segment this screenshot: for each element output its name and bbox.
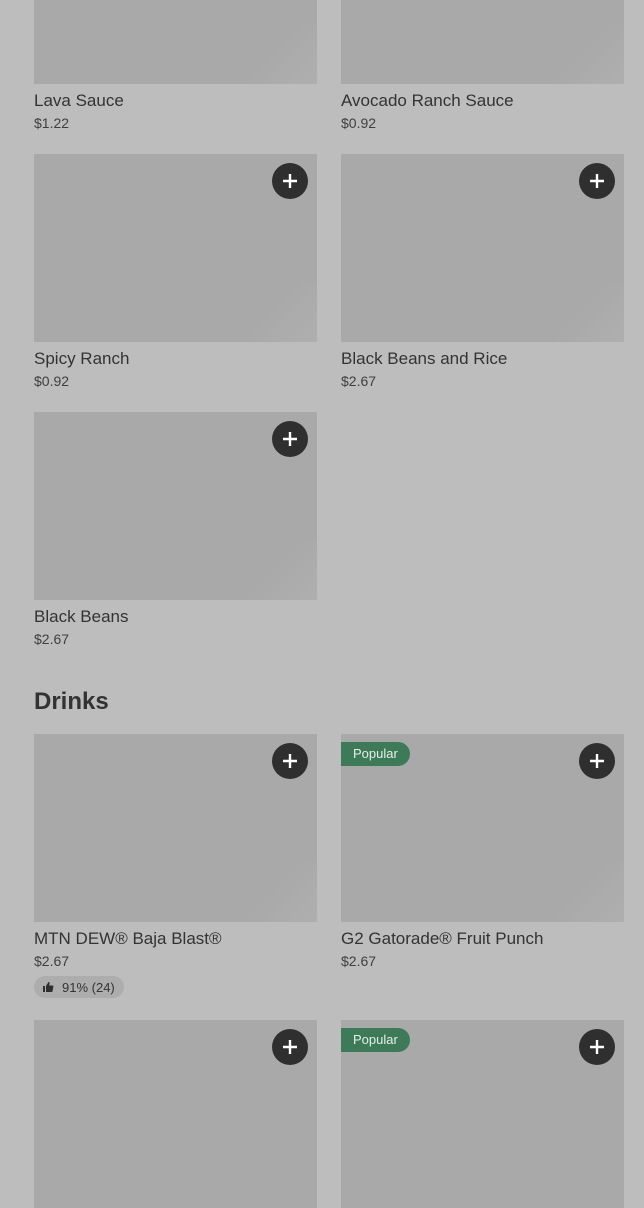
add-to-cart-button[interactable] [272, 163, 308, 199]
menu-item-name: Black Beans [34, 607, 129, 626]
rating-badge: 91% (24) [34, 976, 124, 998]
menu-item-price: $0.92 [341, 115, 377, 131]
plus-icon [283, 754, 297, 768]
menu-item-card[interactable]: Avocado Ranch Sauce $0.92 [341, 0, 624, 133]
menu-item-image[interactable] [34, 734, 317, 922]
plus-icon [283, 432, 297, 446]
thumbs-up-icon [42, 981, 54, 993]
menu-item-image[interactable] [34, 1020, 317, 1208]
plus-icon [590, 1040, 604, 1054]
menu-item-price: $2.67 [341, 373, 377, 389]
menu-item-image[interactable]: Popular [341, 734, 624, 922]
add-to-cart-button[interactable] [579, 1029, 615, 1065]
menu-item-price: $2.67 [34, 631, 70, 647]
add-to-cart-button[interactable] [272, 1029, 308, 1065]
popular-badge: Popular [341, 742, 410, 766]
menu-item-price: $0.92 [34, 373, 70, 389]
plus-icon [283, 174, 297, 188]
menu-item-card[interactable] [34, 1020, 317, 1208]
menu-item-card[interactable]: Popular [341, 1020, 624, 1208]
section-title-drinks: Drinks [34, 688, 109, 715]
menu-item-name: Lava Sauce [34, 91, 124, 110]
menu-item-card[interactable]: Popular G2 Gatorade® Fruit Punch $2.67 [341, 734, 624, 971]
menu-item-name: G2 Gatorade® Fruit Punch [341, 929, 544, 948]
menu-item-name: Black Beans and Rice [341, 349, 508, 368]
menu-item-name: Avocado Ranch Sauce [341, 91, 514, 110]
menu-item-image[interactable]: Popular [341, 1020, 624, 1208]
plus-icon [283, 1040, 297, 1054]
popular-badge: Popular [341, 1028, 410, 1052]
plus-icon [590, 174, 604, 188]
menu-item-card[interactable]: MTN DEW® Baja Blast® $2.67 91% (24) [34, 734, 317, 998]
menu-item-card[interactable]: Black Beans and Rice $2.67 [341, 154, 624, 391]
menu-item-image[interactable] [341, 154, 624, 342]
add-to-cart-button[interactable] [579, 743, 615, 779]
menu-item-name: Spicy Ranch [34, 349, 130, 368]
menu-item-card[interactable]: Lava Sauce $1.22 [34, 0, 317, 133]
menu-item-price: $1.22 [34, 115, 70, 131]
menu-item-price: $2.67 [34, 953, 70, 969]
menu-item-image[interactable] [34, 412, 317, 600]
menu-item-image[interactable] [341, 0, 624, 84]
menu-item-image[interactable] [34, 154, 317, 342]
menu-item-card[interactable]: Spicy Ranch $0.92 [34, 154, 317, 391]
menu-item-image[interactable] [34, 0, 317, 84]
menu-item-price: $2.67 [341, 953, 377, 969]
rating-text: 91% (24) [62, 979, 115, 995]
plus-icon [590, 754, 604, 768]
add-to-cart-button[interactable] [272, 743, 308, 779]
add-to-cart-button[interactable] [579, 163, 615, 199]
menu-item-name: MTN DEW® Baja Blast® [34, 929, 222, 948]
add-to-cart-button[interactable] [272, 421, 308, 457]
menu-item-card[interactable]: Black Beans $2.67 [34, 412, 317, 649]
